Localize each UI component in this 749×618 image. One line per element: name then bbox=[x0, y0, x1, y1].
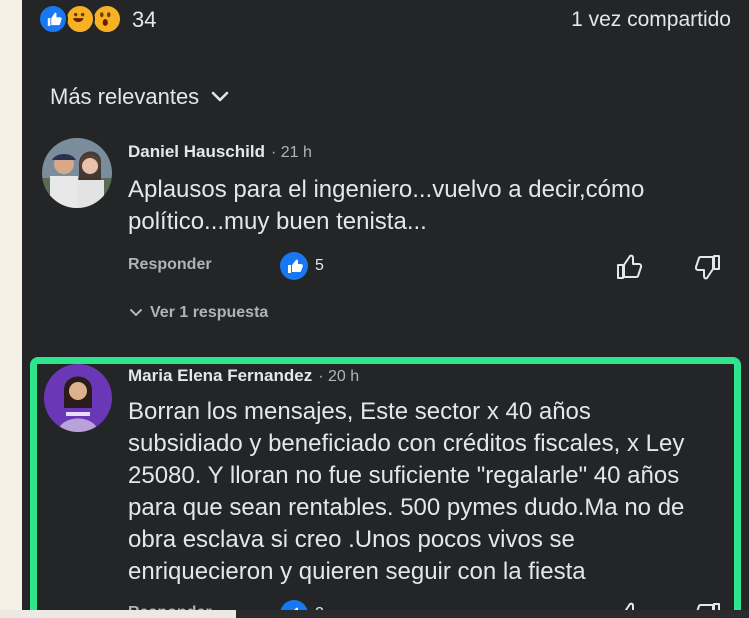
comment-time[interactable]: · 20 h bbox=[318, 368, 359, 386]
wow-icon bbox=[92, 4, 122, 34]
view-replies-label: Ver 1 respuesta bbox=[150, 304, 269, 321]
bottom-edge-bar bbox=[0, 610, 749, 618]
like-reaction-icon bbox=[280, 252, 308, 280]
comment-item: Maria Elena Fernandez · 20 h Borran los … bbox=[22, 356, 749, 618]
avatar[interactable] bbox=[44, 364, 112, 432]
comment-item: Daniel Hauschild · 21 h Aplausos para el… bbox=[22, 138, 749, 338]
view-replies-link[interactable]: Ver 1 respuesta bbox=[128, 304, 268, 322]
chevron-down-icon bbox=[209, 86, 231, 108]
comment-sort-dropdown[interactable]: Más relevantes bbox=[50, 82, 231, 112]
comment-time[interactable]: · 21 h bbox=[271, 144, 312, 162]
thumbs-down-icon[interactable] bbox=[693, 252, 723, 282]
like-count[interactable]: 5 bbox=[315, 257, 324, 275]
comment-text: Borran los mensajes, Este sector x 40 añ… bbox=[128, 398, 685, 585]
reaction-summary[interactable] bbox=[38, 4, 128, 34]
avatar[interactable] bbox=[42, 138, 112, 208]
author-name[interactable]: Daniel Hauschild bbox=[128, 142, 265, 162]
share-count[interactable]: 1 vez compartido bbox=[571, 8, 731, 32]
like-icon bbox=[38, 4, 68, 34]
sort-label: Más relevantes bbox=[50, 84, 200, 109]
comment-header: Daniel Hauschild · 21 h bbox=[128, 142, 312, 162]
chevron-down-icon bbox=[128, 305, 144, 321]
post-stats-bar: 34 1 vez compartido bbox=[22, 0, 749, 42]
thumbs-up-icon[interactable] bbox=[614, 252, 644, 282]
bottom-edge-dark-segment bbox=[236, 610, 749, 618]
comment-actions: Responder 5 bbox=[128, 252, 749, 284]
comment-text: Aplausos para el ingeniero...vuelvo a de… bbox=[128, 176, 645, 235]
left-background-strip bbox=[0, 0, 22, 618]
author-name[interactable]: Maria Elena Fernandez bbox=[128, 366, 312, 386]
reaction-count[interactable]: 34 bbox=[132, 8, 156, 32]
haha-icon bbox=[65, 4, 95, 34]
comments-panel: 34 1 vez compartido Más relevantes Danie… bbox=[22, 0, 749, 618]
comment-header: Maria Elena Fernandez · 20 h bbox=[128, 366, 359, 386]
reply-button[interactable]: Responder bbox=[128, 256, 212, 274]
